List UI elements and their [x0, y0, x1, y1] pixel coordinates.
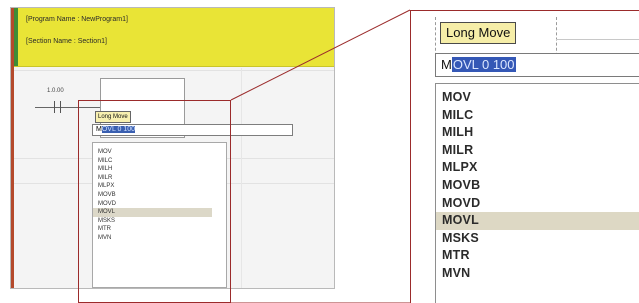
- list-item-mov[interactable]: MOV: [436, 89, 639, 107]
- contact-left-bar: [54, 101, 55, 113]
- list-item[interactable]: MOV: [93, 148, 226, 157]
- tooltip-long-move: Long Move: [440, 22, 517, 44]
- list-item[interactable]: MVN: [93, 234, 226, 243]
- list-item[interactable]: MILH: [93, 165, 226, 174]
- list-item[interactable]: MILR: [93, 174, 226, 183]
- autocomplete-list-small[interactable]: MOV MILC MILH MILR MLPX MOVB MOVD MOVL M…: [92, 142, 227, 288]
- list-item[interactable]: MOVB: [93, 191, 226, 200]
- section-name-label: [Section Name : Section1]: [26, 38, 107, 45]
- list-item-movl-highlighted[interactable]: MOVL: [436, 212, 639, 230]
- list-item-movb[interactable]: MOVB: [436, 177, 639, 195]
- magnified-view: Long Move MOVL 0 100 MOV MILC MILH MILR …: [410, 10, 639, 303]
- list-item[interactable]: MILC: [93, 157, 226, 166]
- list-item-movd[interactable]: MOVD: [436, 195, 639, 213]
- typed-prefix-small: M: [96, 126, 102, 133]
- list-item-highlighted[interactable]: MOVL: [93, 208, 212, 217]
- rung-line: [35, 107, 105, 108]
- list-item[interactable]: MSKS: [93, 217, 226, 226]
- program-name-label: [Program Name : NewProgram1]: [26, 16, 128, 23]
- list-item-milr[interactable]: MILR: [436, 142, 639, 160]
- typed-selection-small: OVL 0 100: [101, 126, 136, 133]
- list-item[interactable]: MOVD: [93, 200, 226, 209]
- program-header: [Program Name : NewProgram1] [Section Na…: [14, 8, 334, 67]
- typed-selection: OVL 0 100: [451, 57, 516, 72]
- grid-line: [241, 68, 242, 288]
- contact-right-bar: [60, 101, 61, 113]
- list-item-mvn[interactable]: MVN: [436, 265, 639, 283]
- list-item[interactable]: MTR: [93, 225, 226, 234]
- autocomplete-list[interactable]: MOV MILC MILH MILR MLPX MOVB MOVD MOVL M…: [435, 83, 639, 303]
- tooltip-small: Long Move: [95, 111, 131, 123]
- list-item-mlpx[interactable]: MLPX: [436, 159, 639, 177]
- contact-address: 1.0.00: [47, 88, 64, 94]
- list-item-mtr[interactable]: MTR: [436, 247, 639, 265]
- header-marker: [14, 8, 18, 66]
- list-item-milc[interactable]: MILC: [436, 107, 639, 125]
- typed-prefix: M: [441, 57, 452, 72]
- list-item-milh[interactable]: MILH: [436, 124, 639, 142]
- list-item-msks[interactable]: MSKS: [436, 230, 639, 248]
- instruction-input-small[interactable]: MOVL 0 100: [92, 124, 293, 136]
- grid-line: [556, 39, 639, 40]
- instruction-input[interactable]: MOVL 0 100: [435, 53, 639, 77]
- grid-line: [14, 70, 334, 71]
- list-item[interactable]: MLPX: [93, 182, 226, 191]
